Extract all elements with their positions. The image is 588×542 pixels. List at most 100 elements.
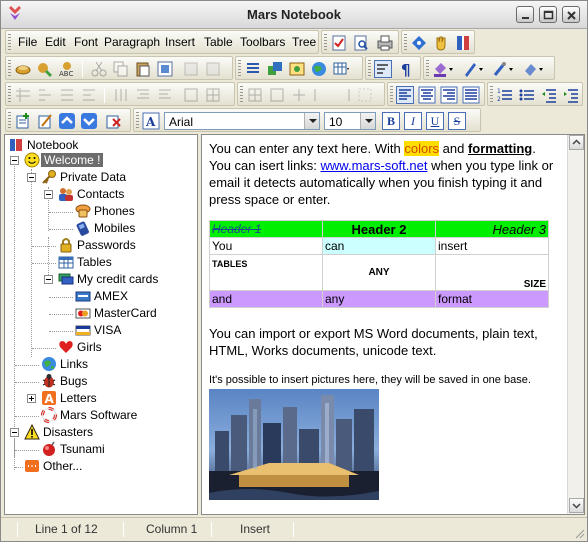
border-none-icon[interactable] [356, 86, 374, 104]
chevron-down-icon[interactable] [304, 113, 319, 129]
table-cell[interactable]: and [209, 290, 323, 308]
font-style-icon[interactable]: A [142, 112, 160, 130]
menu-table[interactable]: Table [204, 35, 233, 49]
menu-font[interactable]: Font [74, 35, 98, 49]
align-justify-icon[interactable] [462, 86, 480, 104]
print-icon[interactable] [376, 34, 394, 52]
table-cell[interactable]: You [209, 237, 323, 255]
brush-icon[interactable] [492, 60, 513, 78]
collapse-toggle[interactable] [27, 173, 36, 182]
edit-node-icon[interactable] [36, 112, 54, 130]
document-table[interactable]: Header 1 Header 2 Header 3 You can inser… [209, 220, 549, 308]
table-cell[interactable]: can [322, 237, 436, 255]
fill-color-icon[interactable] [432, 60, 453, 78]
eraser-icon[interactable] [522, 60, 543, 78]
notebook-tree[interactable]: Notebook Welcome ! Private Data Contacts… [4, 134, 198, 515]
insert-image-icon[interactable] [288, 60, 306, 78]
align-right-icon[interactable] [440, 86, 458, 104]
move-up-icon[interactable] [58, 112, 76, 130]
tools-icon[interactable] [36, 60, 54, 78]
title-bar[interactable]: Mars Notebook [1, 1, 587, 29]
close-button[interactable] [562, 6, 580, 23]
undo-icon[interactable] [182, 60, 200, 78]
scroll-down-button[interactable] [569, 498, 584, 513]
font-name-select[interactable]: Arial [164, 112, 320, 130]
paste-icon[interactable] [134, 60, 152, 78]
pilcrow-icon[interactable]: ¶ [398, 60, 416, 78]
menu-edit[interactable]: Edit [45, 35, 66, 49]
city-skyline-picture[interactable] [209, 389, 379, 500]
table-cell[interactable]: SIZE [435, 254, 549, 291]
collapse-toggle[interactable] [44, 190, 53, 199]
delete-row-icon[interactable] [156, 86, 174, 104]
table-props-icon[interactable] [204, 86, 222, 104]
table-cell[interactable]: insert [435, 237, 549, 255]
copy-icon[interactable] [112, 60, 130, 78]
text-editor[interactable]: You can enter any text here. With colors… [201, 134, 585, 515]
table-cell[interactable]: TABLES [209, 254, 323, 291]
delete-node-icon[interactable] [104, 112, 122, 130]
move-down-icon[interactable] [80, 112, 98, 130]
decrease-indent-icon[interactable] [540, 86, 558, 104]
menu-paragraph[interactable]: Paragraph [104, 35, 160, 49]
website-link[interactable]: www.mars-soft.net [321, 158, 428, 173]
numbered-list-icon[interactable]: 12 [496, 86, 514, 104]
insert-table-icon[interactable] [332, 60, 350, 78]
table-cell[interactable]: format [435, 290, 549, 308]
word-wrap-icon[interactable] [374, 60, 392, 78]
table-col-icon[interactable] [36, 86, 54, 104]
delete-col-icon[interactable] [134, 86, 152, 104]
add-node-icon[interactable] [14, 112, 32, 130]
scroll-up-button[interactable] [569, 135, 584, 150]
border-inner-icon[interactable] [290, 86, 308, 104]
book-icon[interactable] [454, 34, 472, 52]
table-cell[interactable]: Header 3 [435, 220, 549, 238]
align-left-icon[interactable] [396, 86, 414, 104]
expand-toggle[interactable] [27, 394, 36, 403]
insert-col-icon[interactable] [112, 86, 130, 104]
table-cell[interactable]: ANY [322, 254, 436, 291]
border-right-icon[interactable] [334, 86, 352, 104]
spellcheck-icon[interactable]: ABC [58, 60, 76, 78]
border-outer-icon[interactable] [268, 86, 286, 104]
table-row-icon[interactable] [14, 86, 32, 104]
toolbar-grip[interactable] [8, 34, 11, 50]
table-cell[interactable]: Header 1 [209, 220, 323, 238]
pen-color-icon[interactable] [462, 60, 483, 78]
split-cells-icon[interactable] [80, 86, 98, 104]
table-cell[interactable]: any [322, 290, 436, 308]
list-insert-icon[interactable] [244, 60, 262, 78]
menu-tree[interactable]: Tree [292, 35, 316, 49]
menu-toolbars[interactable]: Toolbars [240, 35, 285, 49]
hand-icon[interactable] [432, 34, 450, 52]
increase-indent-icon[interactable] [562, 86, 580, 104]
collapse-toggle[interactable] [44, 275, 53, 284]
underline-button[interactable]: U [426, 112, 444, 130]
bold-button[interactable]: B [382, 112, 400, 130]
globe-link-icon[interactable] [310, 60, 328, 78]
bullet-list-icon[interactable] [518, 86, 536, 104]
align-center-icon[interactable] [418, 86, 436, 104]
redo-icon[interactable] [204, 60, 222, 78]
font-size-select[interactable]: 10 [324, 112, 376, 130]
insert-object-icon[interactable] [266, 60, 284, 78]
diamond-icon[interactable] [410, 34, 428, 52]
strikethrough-button[interactable]: S [448, 112, 466, 130]
maximize-button[interactable] [539, 6, 557, 23]
merge-cells-icon[interactable] [58, 86, 76, 104]
chevron-down-icon[interactable] [360, 113, 375, 129]
menu-insert[interactable]: Insert [165, 35, 195, 49]
collapse-toggle[interactable] [10, 428, 19, 437]
cut-icon[interactable] [90, 60, 108, 78]
italic-button[interactable]: I [404, 112, 422, 130]
cell-props-icon[interactable] [182, 86, 200, 104]
open-icon[interactable] [14, 60, 32, 78]
check-document-icon[interactable] [330, 34, 348, 52]
collapse-toggle[interactable] [10, 156, 19, 165]
preview-icon[interactable] [352, 34, 370, 52]
resize-grip-icon[interactable] [573, 527, 585, 539]
minimize-button[interactable] [516, 6, 534, 23]
menu-file[interactable]: File [18, 35, 37, 49]
border-left-icon[interactable] [312, 86, 330, 104]
border-all-icon[interactable] [246, 86, 264, 104]
